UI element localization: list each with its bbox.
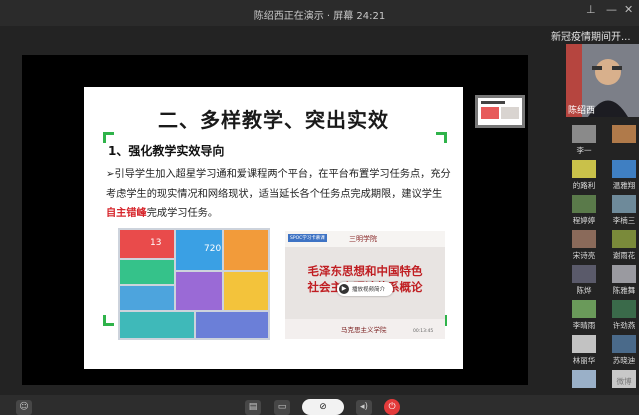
participant-name: 许劲燕 xyxy=(612,321,636,330)
participant-tile[interactable]: 陈烨 xyxy=(568,265,600,295)
participant-avatar xyxy=(612,265,636,283)
slide-title: 二、多样教学、突出实效 xyxy=(158,108,389,132)
participant-avatar xyxy=(572,195,596,213)
participant-name: 谢雨花 xyxy=(612,251,636,260)
app-tile xyxy=(176,272,222,310)
participant-avatar xyxy=(612,335,636,353)
close-icon[interactable]: ✕ xyxy=(624,3,633,16)
course-video-preview: SPOC学习卡慕课 三明学院 毛泽东思想和中国特色 社会主义理论体系概论 ▶ 播… xyxy=(285,231,445,339)
app-tile: 13 xyxy=(120,230,174,258)
play-intro-button[interactable]: ▶ 播放视频简介 xyxy=(337,282,393,296)
participants-button[interactable]: ☺ xyxy=(16,400,32,415)
school-name: 三明学院 xyxy=(349,235,377,243)
tile-number: 720 xyxy=(204,244,222,254)
participant-avatar xyxy=(612,160,636,178)
participant-name: 的路利 xyxy=(572,181,596,190)
participant-name: 李楠三 xyxy=(612,216,636,225)
participant-tile[interactable]: 温雅翔 xyxy=(608,160,639,190)
leave-meeting-button[interactable]: ⏻ xyxy=(384,399,400,415)
participant-avatar xyxy=(572,300,596,318)
participant-name: 宋诗亮 xyxy=(572,251,596,260)
app-tile xyxy=(196,312,268,338)
participant-avatar xyxy=(572,230,596,248)
participant-tile[interactable]: 的路利 xyxy=(568,160,600,190)
paragraph-text-end: 完成学习任务。 xyxy=(146,208,219,219)
participant-tile[interactable]: 苏晓迪 xyxy=(608,335,639,365)
people-icon: ☺ xyxy=(19,402,29,412)
corner-bracket xyxy=(103,315,114,326)
participant-name: 温雅翔 xyxy=(612,181,636,190)
slide-thumbnail[interactable] xyxy=(475,95,525,128)
participant-avatar xyxy=(572,160,596,178)
participant-avatar xyxy=(572,370,596,388)
thumbnail-preview xyxy=(478,98,522,125)
volume-button[interactable]: ◂) xyxy=(356,400,372,415)
participant-name: 苏晓迪 xyxy=(612,356,636,365)
chat-button[interactable]: ▤ xyxy=(245,400,261,415)
participant-tile[interactable]: 李楠三 xyxy=(608,195,639,225)
app-tile xyxy=(224,272,268,310)
video-badge: SPOC学习卡慕课 xyxy=(288,234,327,242)
participant-tile[interactable]: 林丽华 xyxy=(568,335,600,365)
participant-name: 微博 xyxy=(616,377,632,386)
highlighted-text: 自主错峰 xyxy=(106,208,147,219)
video-duration: 00:13:45 xyxy=(413,329,434,334)
host-name: 陈绍西 xyxy=(568,106,596,116)
participant-tile[interactable]: 谢雨花 xyxy=(608,230,639,260)
slide-paragraph: ➢引导学生加入超星学习通和爱课程两个平台，在平台布置学习任务点，充分考虑学生的现… xyxy=(106,165,451,224)
power-icon: ⏻ xyxy=(388,402,396,412)
meeting-title: 新冠疫情期间开... xyxy=(551,32,631,43)
app-tile xyxy=(224,230,268,270)
corner-bracket xyxy=(436,132,447,143)
department-name: 马克思主义学院 xyxy=(341,326,387,334)
participant-tile[interactable]: 微博 xyxy=(608,370,639,394)
folder-icon: ▭ xyxy=(277,402,287,412)
minimize-icon[interactable]: — xyxy=(606,3,617,16)
participant-avatar xyxy=(572,335,596,353)
participant-name: 林丽华 xyxy=(572,356,596,365)
video-title-line1: 毛泽东思想和中国特色 xyxy=(307,264,423,278)
pin-icon[interactable]: ⊥ xyxy=(586,3,596,16)
participant-name: 程婷婷 xyxy=(572,216,596,225)
chat-icon: ▤ xyxy=(248,402,258,412)
participant-tile[interactable]: 陈雅舞 xyxy=(608,265,639,295)
app-tile: 720 xyxy=(176,230,222,270)
camera-off-icon: ⊘ xyxy=(319,402,327,412)
participant-tile[interactable]: 宋诗亮 xyxy=(568,230,600,260)
participant-avatar xyxy=(612,300,636,318)
play-intro-label: 播放视频简介 xyxy=(352,287,386,293)
app-tile xyxy=(120,312,194,338)
participant-avatar xyxy=(572,265,596,283)
participant-tile[interactable]: 李一 xyxy=(568,125,600,155)
participant-tile[interactable]: 许劲燕 xyxy=(608,300,639,330)
slide-subheading: 1、强化教学实效导向 xyxy=(108,144,225,158)
participant-name: 陈烨 xyxy=(576,286,592,295)
paragraph-text: ➢引导学生加入超星学习通和爱课程两个平台，在平台布置学习任务点，充分考虑学生的现… xyxy=(106,169,451,200)
participant-avatar xyxy=(572,125,596,143)
app-tile xyxy=(120,286,174,310)
play-icon: ▶ xyxy=(339,284,349,294)
participant-tile[interactable] xyxy=(568,370,600,394)
app-screenshot: 13 720 xyxy=(118,228,270,340)
participant-tile[interactable] xyxy=(608,125,639,155)
presentation-slide: 二、多样教学、突出实效 1、强化教学实效导向 ➢引导学生加入超星学习通和爱课程两… xyxy=(84,87,463,369)
participant-avatar xyxy=(612,125,636,143)
camera-toggle-button[interactable]: ⊘ xyxy=(302,399,344,415)
window-titlebar: 陈绍西正在演示 · 屏幕 24:21 ⊥ — ✕ xyxy=(0,0,639,26)
participant-tile[interactable]: 李晴雨 xyxy=(568,300,600,330)
app-tile xyxy=(120,260,174,284)
participant-tile[interactable]: 程婷婷 xyxy=(568,195,600,225)
participant-avatar xyxy=(612,195,636,213)
files-button[interactable]: ▭ xyxy=(274,400,290,415)
participant-name: 李晴雨 xyxy=(572,321,596,330)
participant-name: 陈雅舞 xyxy=(612,286,636,295)
tile-number: 13 xyxy=(150,238,162,248)
speaker-icon: ◂) xyxy=(359,402,369,412)
participant-name: 李一 xyxy=(576,146,592,155)
participant-avatar xyxy=(612,230,636,248)
window-title: 陈绍西正在演示 · 屏幕 24:21 xyxy=(253,11,386,22)
